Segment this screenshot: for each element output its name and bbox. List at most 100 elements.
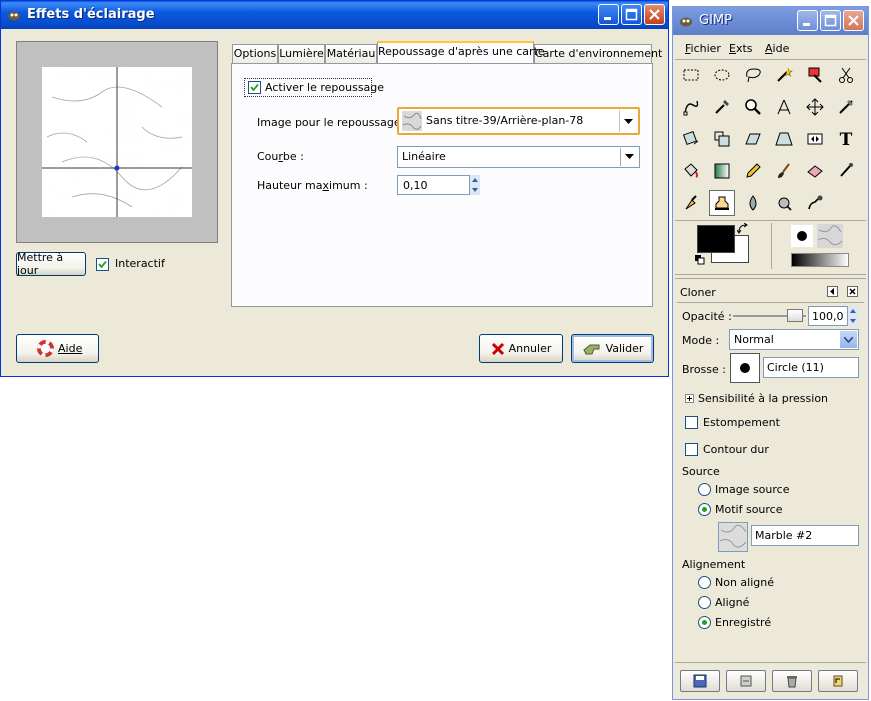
registered-radio[interactable] — [698, 616, 711, 629]
tool-eraser-button[interactable] — [802, 158, 828, 184]
ok-button[interactable]: Valider — [571, 334, 654, 363]
tool-color-picker-button[interactable] — [709, 94, 735, 120]
active-pattern-icon[interactable] — [817, 224, 843, 248]
dialog-titlebar[interactable]: Effets d'éclairage — [1, 1, 668, 29]
menu-help[interactable]: Aide — [765, 42, 789, 55]
cancel-button-label: Annuler — [508, 342, 552, 355]
max-height-input[interactable]: 0,10 — [397, 175, 470, 195]
pattern-name-field[interactable]: Marble #2 — [751, 525, 859, 546]
toolbox-titlebar[interactable]: GIMP — [673, 7, 868, 35]
menu-file[interactable]: Fichier — [685, 42, 721, 55]
tool-color-select-button[interactable] — [802, 62, 828, 88]
tool-perspective-button[interactable] — [771, 126, 797, 152]
restore-icon — [740, 675, 752, 687]
pattern-source-radio[interactable] — [698, 503, 711, 516]
tool-dodge-burn-button[interactable] — [771, 190, 797, 216]
tool-ink-button[interactable] — [678, 190, 704, 216]
curve-select[interactable]: Linéaire — [397, 146, 640, 168]
menu-exts[interactable]: Exts — [729, 42, 753, 55]
tab-material[interactable]: Matériau — [325, 44, 377, 64]
tool-smudge-button[interactable] — [802, 190, 828, 216]
hard-edge-label: Contour dur — [703, 443, 769, 456]
active-brush-icon[interactable] — [791, 225, 813, 247]
enable-bump-row[interactable]: Activer le repoussage — [244, 78, 384, 97]
tool-pencil-button[interactable] — [740, 158, 766, 184]
tab-options[interactable]: Options — [232, 44, 278, 64]
tool-crop-button[interactable] — [833, 94, 859, 120]
interactive-checkbox[interactable] — [96, 258, 109, 271]
tool-rect-select-button[interactable] — [678, 62, 704, 88]
tool-blur-button[interactable] — [740, 190, 766, 216]
opacity-slider[interactable] — [733, 309, 806, 322]
toolbox-maximize-button[interactable] — [820, 10, 841, 31]
tab-menu-icon[interactable] — [827, 286, 838, 297]
save-options-button[interactable] — [680, 670, 720, 692]
brush-preview-button[interactable] — [730, 353, 760, 383]
tab-environment-map[interactable]: Carte d'environnement — [534, 44, 662, 64]
foreground-color-swatch[interactable] — [697, 225, 735, 253]
preview-frame — [16, 41, 218, 243]
tab-bump-map[interactable]: Repoussage d'après une carte — [377, 41, 545, 63]
update-button[interactable]: Mettre à jour — [16, 251, 86, 277]
opacity-input[interactable]: 100,0 — [808, 306, 848, 326]
tool-zoom-button[interactable] — [740, 94, 766, 120]
minimize-button[interactable] — [598, 4, 619, 25]
maximize-button[interactable] — [621, 4, 642, 25]
swap-colors-icon[interactable] — [737, 223, 749, 235]
opacity-slider-handle[interactable] — [787, 309, 803, 322]
pattern-preview-button[interactable] — [718, 522, 748, 552]
shear-icon — [745, 133, 761, 145]
tool-airbrush-button[interactable] — [833, 158, 859, 184]
tool-paintbrush-button[interactable] — [771, 158, 797, 184]
tool-clone-button[interactable] — [709, 190, 735, 216]
curve-dropdown[interactable] — [620, 148, 638, 166]
tool-scale-button[interactable] — [709, 126, 735, 152]
hard-edge-checkbox[interactable] — [685, 443, 698, 456]
fade-checkbox[interactable] — [685, 416, 698, 429]
pressure-sensitivity-expander[interactable]: Sensibilité à la pression — [698, 392, 828, 405]
tool-measure-button[interactable] — [771, 94, 797, 120]
preview-image[interactable] — [42, 67, 192, 217]
tool-lasso-button[interactable] — [740, 62, 766, 88]
opacity-spinner[interactable] — [848, 306, 858, 326]
toolbox-title: GIMP — [699, 13, 732, 28]
restore-options-button[interactable] — [726, 670, 766, 692]
cancel-button[interactable]: Annuler — [479, 334, 563, 363]
enable-bump-checkbox[interactable] — [248, 81, 261, 94]
tool-flip-button[interactable] — [802, 126, 828, 152]
default-colors-icon[interactable] — [695, 255, 705, 265]
mode-dropdown[interactable] — [840, 331, 857, 348]
tool-shear-button[interactable] — [740, 126, 766, 152]
tool-fuzzy-select-button[interactable] — [771, 62, 797, 88]
tool-ellipse-select-button[interactable] — [709, 62, 735, 88]
tool-rotate-button[interactable] — [678, 126, 704, 152]
toolbox-minimize-button[interactable] — [797, 10, 818, 31]
bump-image-dropdown[interactable] — [619, 110, 637, 132]
active-gradient-swatch[interactable] — [791, 253, 849, 267]
tool-move-button[interactable] — [802, 94, 828, 120]
max-height-label: Hauteur maximum : — [257, 179, 368, 192]
help-button[interactable]: Aide — [16, 334, 99, 363]
tool-scissors-button[interactable] — [833, 62, 859, 88]
minimize-icon — [803, 23, 810, 26]
expander-icon[interactable] — [685, 394, 694, 403]
bump-image-select[interactable]: Sans titre-39/Arrière-plan-78 — [397, 107, 640, 135]
mode-select[interactable]: Normal — [729, 329, 859, 350]
tool-paths-button[interactable] — [678, 94, 704, 120]
close-button[interactable] — [644, 4, 665, 25]
max-height-spinner[interactable] — [470, 175, 480, 195]
delete-options-button[interactable] — [772, 670, 812, 692]
image-source-radio[interactable] — [698, 483, 711, 496]
brush-name-field[interactable]: Circle (11) — [763, 357, 859, 378]
non-aligned-radio[interactable] — [698, 576, 711, 589]
tool-text-button[interactable]: T — [833, 126, 859, 152]
reset-options-button[interactable] — [818, 670, 858, 692]
tab-light[interactable]: Lumière — [278, 44, 325, 64]
toolbox-close-button[interactable] — [843, 10, 864, 31]
fg-bg-colors[interactable] — [693, 223, 753, 267]
brush-circle-icon — [740, 363, 750, 373]
tool-blend-button[interactable] — [709, 158, 735, 184]
close-dock-icon[interactable] — [847, 286, 858, 297]
tool-bucket-fill-button[interactable] — [678, 158, 704, 184]
aligned-radio[interactable] — [698, 596, 711, 609]
